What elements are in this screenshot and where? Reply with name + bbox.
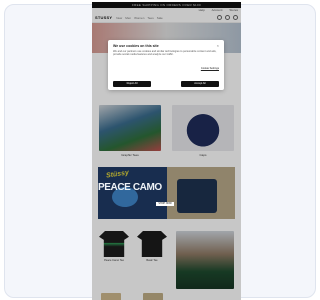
dialog-title: We use cookies on this site [113, 44, 159, 48]
close-icon[interactable]: × [217, 43, 219, 48]
reject-all-button[interactable]: Reject All [113, 81, 151, 87]
dialog-body: We and our partners use cookies and simi… [113, 50, 217, 57]
dialog-actions: Reject All Accept All [113, 81, 219, 87]
banner-cta-button[interactable]: SHOP NOW [156, 202, 174, 206]
cookie-settings-link[interactable]: Cookie Settings [113, 67, 219, 70]
banner-headline: PEACE CAMO [98, 182, 162, 193]
cookie-consent-dialog: We use cookies on this site × We and our… [108, 40, 224, 90]
accept-all-button[interactable]: Accept All [181, 81, 219, 87]
